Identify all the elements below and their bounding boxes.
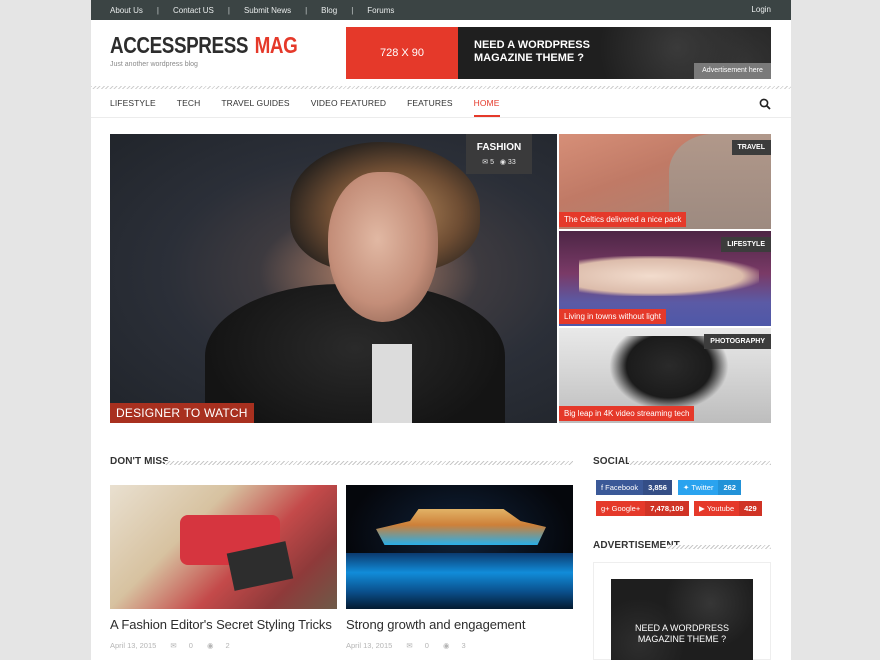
- featured-side-post-lifestyle[interactable]: LIFESTYLE Living in towns without light: [559, 231, 771, 326]
- googleplus-icon: g+ Google+: [596, 501, 645, 516]
- logo-text-accesspress: ACCESSPRESS: [110, 32, 249, 58]
- dont-miss-heading-line: [165, 461, 573, 465]
- featured-side-category[interactable]: LIFESTYLE: [721, 237, 771, 252]
- featured-side-title[interactable]: Big leap in 4K video streaming tech: [559, 406, 695, 421]
- twitter-count: 262: [718, 480, 741, 495]
- social-heading: SOCIAL: [593, 456, 632, 467]
- header-ad-banner[interactable]: NEED A WORDPRESS MAGAZINE THEME ? Advert…: [458, 27, 771, 79]
- logo-text-mag: MAG: [254, 32, 298, 58]
- nav-item-features[interactable]: FEATURES: [407, 89, 453, 117]
- featured-main-category: FASHION: [476, 142, 522, 153]
- sidebar-ad-text: NEED A WORDPRESS MAGAZINE THEME ?: [634, 623, 730, 644]
- featured-main-post[interactable]: FASHION ✉ 5 ◉ 33 DESIGNER TO WATCH: [110, 134, 557, 423]
- header-ad-text: NEED A WORDPRESS MAGAZINE THEME ?: [474, 39, 590, 64]
- social-heading-line: [629, 461, 771, 465]
- nav-item-tech[interactable]: TECH: [177, 89, 201, 117]
- twitter-button[interactable]: ✦ Twitter 262: [678, 480, 741, 495]
- eye-icon: ◉: [442, 641, 450, 650]
- top-link-separator: |: [305, 5, 308, 15]
- nav-bottom-border: [91, 117, 791, 118]
- featured-main-image-face: [328, 172, 438, 322]
- post-image-water: [346, 553, 573, 609]
- page: About Us | Contact US | Submit News | Bl…: [91, 0, 791, 660]
- top-link-about[interactable]: About Us: [110, 6, 143, 15]
- top-link-blog[interactable]: Blog: [321, 6, 337, 15]
- site-logo[interactable]: ACCESSPRESS MAG: [110, 32, 298, 59]
- featured-main-title[interactable]: DESIGNER TO WATCH: [110, 403, 254, 423]
- post-image-strong-growth[interactable]: [346, 485, 573, 609]
- post-comments: 0: [424, 641, 429, 650]
- facebook-label: Facebook: [605, 483, 639, 492]
- dont-miss-heading: DON'T MISS: [110, 456, 169, 467]
- site-tagline: Just another wordpress blog: [110, 61, 198, 68]
- search-icon[interactable]: [759, 97, 771, 110]
- eye-icon: ◉: [499, 159, 506, 166]
- post-title[interactable]: Strong growth and engagement: [346, 617, 525, 632]
- featured-main-comments: 5: [490, 159, 495, 166]
- top-link-separator: |: [351, 5, 354, 15]
- featured-side-category[interactable]: TRAVEL: [731, 140, 771, 155]
- featured-side-image: [579, 256, 759, 296]
- advertisement-heading-line: [667, 545, 771, 549]
- facebook-count: 3,856: [643, 480, 672, 495]
- featured-side-post-photography[interactable]: PHOTOGRAPHY Big leap in 4K video streami…: [559, 328, 771, 423]
- header-ad-cta[interactable]: Advertisement here: [694, 63, 771, 79]
- googleplus-label: Google+: [611, 504, 641, 513]
- post-image-ship: [376, 509, 546, 545]
- sidebar-ad-banner[interactable]: NEED A WORDPRESS MAGAZINE THEME ?: [611, 579, 753, 660]
- facebook-icon: f Facebook: [596, 480, 643, 495]
- featured-main-stats: ✉ 5 ◉ 33: [466, 158, 532, 166]
- featured-side-title[interactable]: The Celtics delivered a nice pack: [559, 212, 687, 227]
- twitter-label: Twitter: [691, 483, 714, 492]
- post-date: April 13, 2015: [346, 641, 393, 650]
- post-title[interactable]: A Fashion Editor's Secret Styling Tricks: [110, 617, 332, 632]
- post-meta: April 13, 2015 ✉ 0 ◉ 3: [346, 641, 478, 650]
- twitter-icon: ✦ Twitter: [678, 480, 718, 495]
- featured-main-image-shirt: [372, 344, 412, 423]
- comment-icon: ✉: [170, 641, 177, 650]
- youtube-button[interactable]: ▶ Youtube 429: [694, 501, 762, 516]
- top-link-contact[interactable]: Contact US: [173, 6, 214, 15]
- header-ad-size-label[interactable]: 728 X 90: [346, 27, 458, 79]
- facebook-button[interactable]: f Facebook 3,856: [596, 480, 672, 495]
- nav-item-home[interactable]: HOME: [473, 89, 500, 117]
- comment-icon: ✉: [406, 641, 413, 650]
- top-link-separator: |: [227, 5, 230, 15]
- youtube-count: 429: [739, 501, 762, 516]
- featured-side-post-travel[interactable]: TRAVEL The Celtics delivered a nice pack: [559, 134, 771, 229]
- eye-icon: ◉: [206, 641, 214, 650]
- top-link-forums[interactable]: Forums: [367, 6, 394, 15]
- top-bar: About Us | Contact US | Submit News | Bl…: [91, 0, 791, 20]
- nav-item-travel-guides[interactable]: TRAVEL GUIDES: [221, 89, 289, 117]
- youtube-label: Youtube: [706, 504, 735, 513]
- post-image-fashion-editor[interactable]: [110, 485, 337, 609]
- googleplus-count: 7,478,109: [645, 501, 689, 516]
- main-nav: LIFESTYLE TECH TRAVEL GUIDES VIDEO FEATU…: [110, 89, 521, 117]
- featured-side-title[interactable]: Living in towns without light: [559, 309, 666, 324]
- login-link[interactable]: Login: [751, 0, 771, 20]
- post-views: 2: [225, 641, 230, 650]
- featured-side-category[interactable]: PHOTOGRAPHY: [704, 334, 771, 349]
- post-views: 3: [461, 641, 466, 650]
- post-comments: 0: [188, 641, 193, 650]
- youtube-icon: ▶ Youtube: [694, 501, 739, 516]
- post-date: April 13, 2015: [110, 641, 157, 650]
- googleplus-button[interactable]: g+ Google+ 7,478,109: [596, 501, 689, 516]
- top-link-submit-news[interactable]: Submit News: [244, 6, 291, 15]
- comment-icon: ✉: [482, 159, 489, 166]
- top-links: About Us | Contact US | Submit News | Bl…: [110, 0, 394, 20]
- post-meta: April 13, 2015 ✉ 0 ◉ 2: [110, 641, 242, 650]
- featured-main-views: 33: [507, 159, 516, 166]
- nav-item-video-featured[interactable]: VIDEO FEATURED: [311, 89, 386, 117]
- nav-item-lifestyle[interactable]: LIFESTYLE: [110, 89, 156, 117]
- top-link-separator: |: [156, 5, 159, 15]
- featured-main-category-box[interactable]: FASHION ✉ 5 ◉ 33: [466, 134, 532, 174]
